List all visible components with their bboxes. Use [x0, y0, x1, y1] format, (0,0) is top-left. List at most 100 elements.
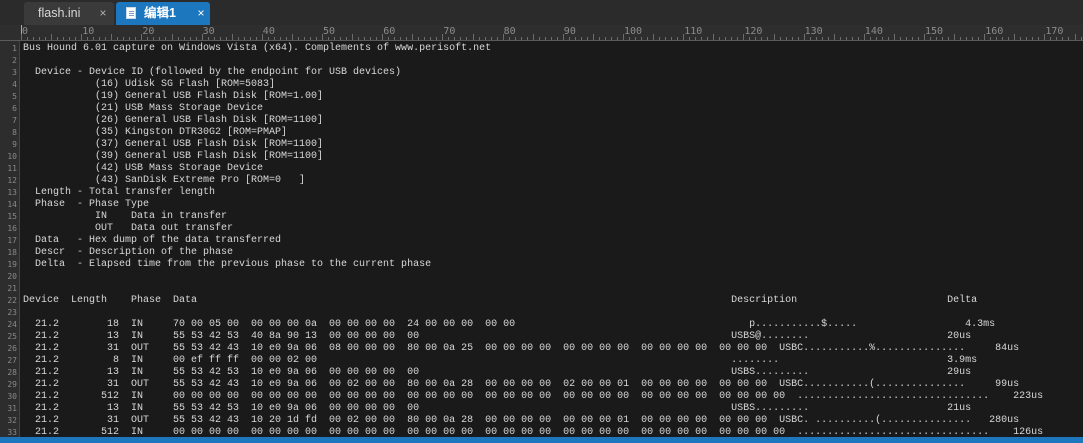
- ruler-tick: [972, 37, 974, 40]
- code-line[interactable]: Phase - Phase Type: [23, 199, 149, 211]
- ruler-tick: [117, 37, 119, 40]
- code-line[interactable]: (37) General USB Flash Disk [ROM=1100]: [23, 139, 323, 151]
- code-line[interactable]: 21.2 13 IN 55 53 42 53 40 8a 90 13 00 00…: [23, 331, 971, 343]
- line-number: 22: [7, 296, 17, 305]
- ruler-number: 50: [323, 26, 336, 37]
- ruler-tick: [430, 37, 432, 40]
- ruler-tick: [707, 37, 709, 40]
- ruler-tick: [165, 37, 167, 40]
- ruler-number: 70: [443, 26, 456, 37]
- code-line[interactable]: (35) Kingston DTR30G2 [ROM=PMAP]: [23, 127, 287, 139]
- line-number: 21: [7, 284, 17, 293]
- ruler-tick: [677, 37, 679, 40]
- line-number: 3: [12, 68, 17, 77]
- line-number: 31: [7, 404, 17, 413]
- line-number: 17: [7, 236, 17, 245]
- ruler-tick: [231, 34, 233, 40]
- ruler-number: 40: [262, 26, 275, 37]
- ruler-tick: [610, 37, 612, 40]
- ruler-number: 120: [744, 26, 763, 37]
- code-line[interactable]: Device Length Phase Data Description Del…: [23, 295, 977, 307]
- ruler-tick: [1080, 37, 1082, 40]
- line-number: 33: [7, 428, 17, 437]
- gutter-divider: [19, 41, 20, 437]
- ruler-tick: [647, 37, 649, 40]
- code-line[interactable]: (39) General USB Flash Disk [ROM=1100]: [23, 151, 323, 163]
- text-editor[interactable]: 1 Bus Hound 6.01 capture on Windows Vista…: [0, 41, 1083, 437]
- ruler-tick: [195, 37, 197, 40]
- ruler-tick: [129, 37, 131, 40]
- code-line[interactable]: IN Data in transfer: [23, 211, 227, 223]
- ruler-tick: [75, 37, 77, 40]
- tab-flash-ini[interactable]: flash.ini ×: [24, 2, 114, 25]
- ruler-tick: [616, 37, 618, 40]
- code-line[interactable]: 21.2 13 IN 55 53 42 53 10 e0 9a 06 00 00…: [23, 367, 971, 379]
- ruler-tick: [598, 37, 600, 40]
- ruler-tick: [490, 37, 492, 40]
- ruler-tick: [1026, 37, 1028, 40]
- code-line[interactable]: OUT Data out transfer: [23, 223, 233, 235]
- ruler-tick: [291, 34, 293, 40]
- ruler-tick: [911, 37, 913, 40]
- ruler-tick: [592, 34, 594, 40]
- code-line[interactable]: 21.2 31 OUT 55 53 42 43 10 20 1d fd 00 0…: [23, 415, 1019, 427]
- close-icon[interactable]: ×: [194, 2, 208, 25]
- line-number: 15: [7, 212, 17, 221]
- ruler-tick: [665, 37, 667, 40]
- ruler-tick: [791, 37, 793, 40]
- editor-window: flash.ini × 编辑1 × 0 10 20 30 40 50 60 70 80 90 100…: [0, 0, 1083, 443]
- code-line[interactable]: 21.2 8 IN 00 ef ff ff 00 00 02 00 ......…: [23, 355, 977, 367]
- line-number: 30: [7, 392, 17, 401]
- ruler-tick: [370, 37, 372, 40]
- ruler-tick: [779, 37, 781, 40]
- ruler-number: 20: [142, 26, 155, 37]
- code-line[interactable]: Delta - Elapsed time from the previous p…: [23, 259, 431, 271]
- ruler-tick: [719, 37, 721, 40]
- ruler-tick: [51, 34, 53, 40]
- code-line[interactable]: (21) USB Mass Storage Device: [23, 103, 263, 115]
- code-line[interactable]: Device - Device ID (followed by the endp…: [23, 67, 401, 79]
- code-line[interactable]: Descr - Description of the phase: [23, 247, 233, 259]
- ruler-tick: [893, 34, 895, 40]
- line-number: 7: [12, 116, 17, 125]
- ruler-tick: [1014, 34, 1016, 40]
- code-line[interactable]: 21.2 31 OUT 55 53 42 43 10 e0 9a 06 08 0…: [23, 343, 1019, 355]
- ruler-tick: [135, 37, 137, 40]
- close-icon[interactable]: ×: [96, 2, 110, 25]
- line-number: 28: [7, 368, 17, 377]
- ruler-tick: [460, 37, 462, 40]
- code-line[interactable]: (19) General USB Flash Disk [ROM=1.00]: [23, 91, 323, 103]
- ruler-tick: [899, 37, 901, 40]
- code-line[interactable]: 21.2 512 IN 00 00 00 00 00 00 00 00 00 0…: [23, 427, 1043, 437]
- code-line[interactable]: Bus Hound 6.01 capture on Windows Vista …: [23, 43, 491, 55]
- ruler-tick: [237, 37, 239, 40]
- ruler-tick: [966, 37, 968, 40]
- code-line[interactable]: (43) SanDisk Extreme Pro [ROM=0 ]: [23, 175, 305, 187]
- code-line[interactable]: 21.2 13 IN 55 53 42 53 10 e0 9a 06 00 00…: [23, 403, 971, 415]
- code-line[interactable]: Data - Hex dump of the data transferred: [23, 235, 281, 247]
- tab-label: 编辑1: [144, 6, 176, 20]
- code-line[interactable]: 21.2 31 OUT 55 53 42 43 10 e0 9a 06 00 0…: [23, 379, 1019, 391]
- code-line[interactable]: 21.2 18 IN 70 00 05 00 00 00 00 0a 00 00…: [23, 319, 995, 331]
- ruler-tick: [544, 37, 546, 40]
- ruler-number: 10: [82, 26, 95, 37]
- code-line[interactable]: (16) Udisk SG Flash [ROM=5083]: [23, 79, 275, 91]
- code-line[interactable]: (26) General USB Flash Disk [ROM=1100]: [23, 115, 323, 127]
- code-line[interactable]: 21.2 512 IN 00 00 00 00 00 00 00 00 00 0…: [23, 391, 1043, 403]
- code-line[interactable]: Length - Total transfer length: [23, 187, 215, 199]
- ruler-tick: [851, 37, 853, 40]
- line-number: 20: [7, 272, 17, 281]
- line-number: 12: [7, 176, 17, 185]
- ruler-tick: [586, 37, 588, 40]
- line-number: 8: [12, 128, 17, 137]
- ruler-tick: [424, 37, 426, 40]
- ruler-number: 170: [1045, 26, 1064, 37]
- ruler-tick: [905, 37, 907, 40]
- ruler-tick: [960, 37, 962, 40]
- code-line[interactable]: (42) USB Mass Storage Device: [23, 163, 263, 175]
- line-number: 24: [7, 320, 17, 329]
- tab-edit-1[interactable]: 编辑1 ×: [116, 2, 210, 25]
- ruler-number: 160: [985, 26, 1004, 37]
- ruler-tick: [255, 37, 257, 40]
- ruler-tick: [827, 37, 829, 40]
